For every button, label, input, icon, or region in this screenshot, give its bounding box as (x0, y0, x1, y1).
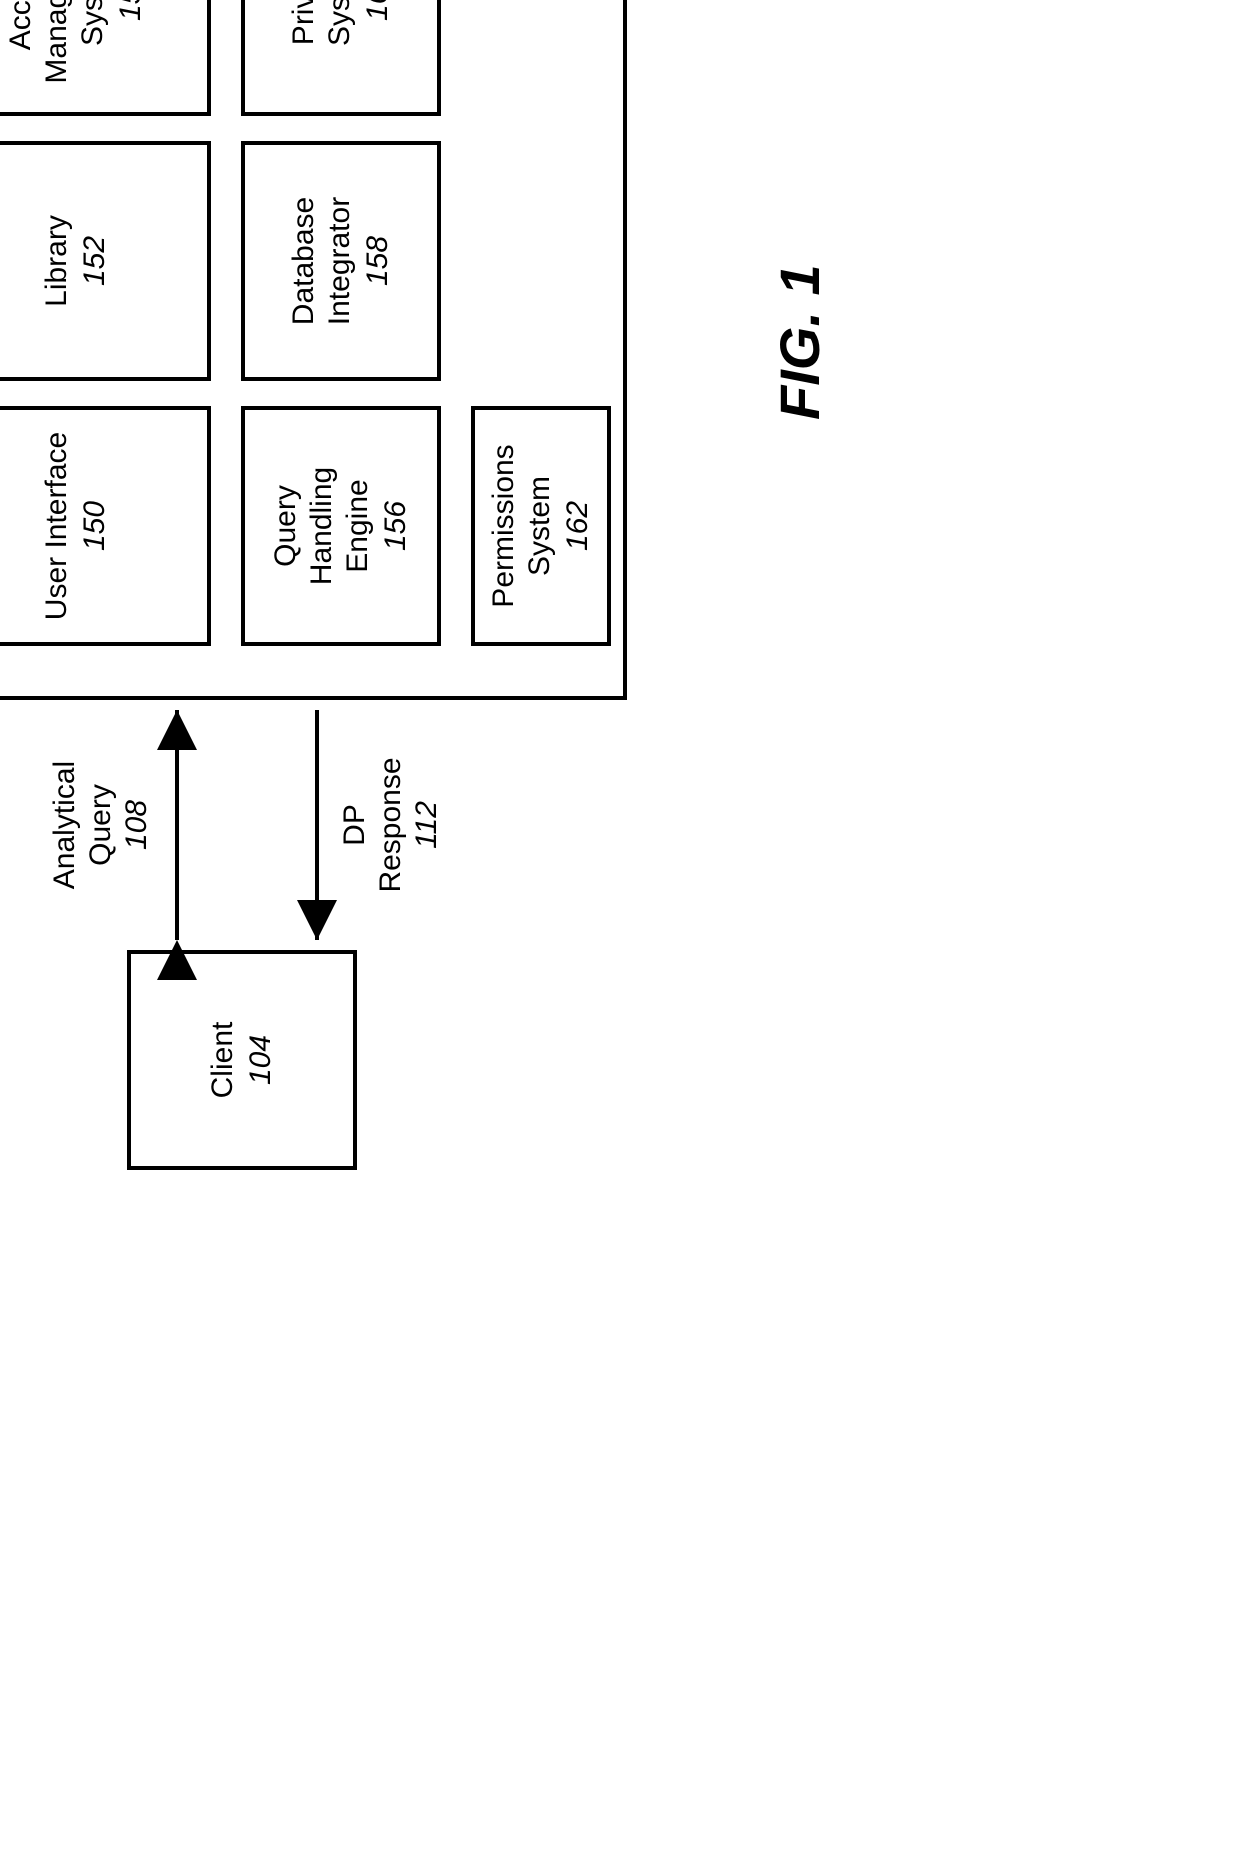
user-interface-ref: 150 (77, 501, 113, 551)
user-interface-name: User Interface (39, 432, 75, 620)
database-integrator-box: Database Integrator 158 (241, 141, 441, 381)
qhe-ref: 156 (378, 501, 414, 551)
diagram-stage: 100 Client 104 Differentially Private Se… (0, 0, 927, 1240)
query-handling-engine-box: Query Handling Engine 156 (241, 406, 441, 646)
account-ref: 154 (113, 0, 149, 21)
library-ref: 152 (77, 236, 113, 286)
client-ref: 104 (243, 1035, 279, 1085)
privacy-l1: Privacy (286, 0, 322, 45)
qhe-l3: Engine (340, 479, 376, 572)
account-l2: Management (39, 0, 75, 84)
account-l1: Account (3, 0, 39, 50)
dp-response-label: DP Response 112 (337, 740, 445, 910)
security-system-box: Differentially Private Security System 1… (0, 0, 627, 700)
client-box: Client 104 (127, 950, 357, 1170)
library-name: Library (39, 215, 75, 307)
account-mgmt-box: Account Management System 154 (0, 0, 211, 116)
figure-label: FIG. 1 (767, 264, 832, 420)
library-box: Library 152 (0, 141, 211, 381)
privacy-ref: 160 (360, 0, 396, 21)
permissions-system-box: Permissions System 162 (471, 406, 611, 646)
dbi-l2: Integrator (322, 197, 358, 325)
dp-response-arrow (307, 700, 327, 950)
user-interface-box: User Interface 150 (0, 406, 211, 646)
privacy-l2: System (322, 0, 358, 46)
qhe-l2: Handling (304, 467, 340, 585)
perm-l2: System (522, 476, 558, 576)
client-name: Client (205, 1022, 241, 1099)
privacy-system-box: Privacy System 160 (241, 0, 441, 116)
qhe-l1: Query (268, 485, 304, 567)
dbi-ref: 158 (360, 236, 396, 286)
perm-l1: Permissions (486, 444, 522, 607)
analytical-query-label: Analytical Query 108 (47, 740, 155, 910)
perm-ref: 162 (560, 501, 596, 551)
dbi-l1: Database (286, 197, 322, 325)
account-l3: System (75, 0, 111, 46)
analytical-query-arrow (167, 700, 187, 950)
